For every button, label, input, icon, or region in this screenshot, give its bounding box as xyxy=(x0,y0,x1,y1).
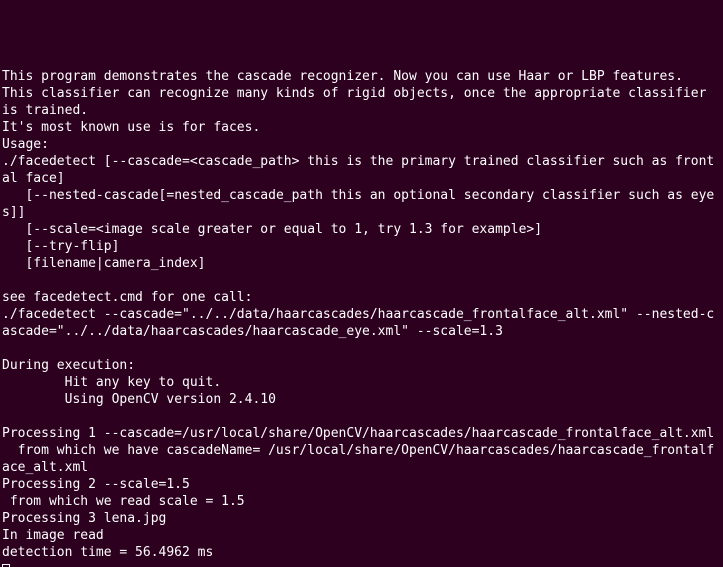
terminal-text: This program demonstrates the cascade re… xyxy=(2,69,714,560)
terminal-output[interactable]: This program demonstrates the cascade re… xyxy=(0,68,723,567)
